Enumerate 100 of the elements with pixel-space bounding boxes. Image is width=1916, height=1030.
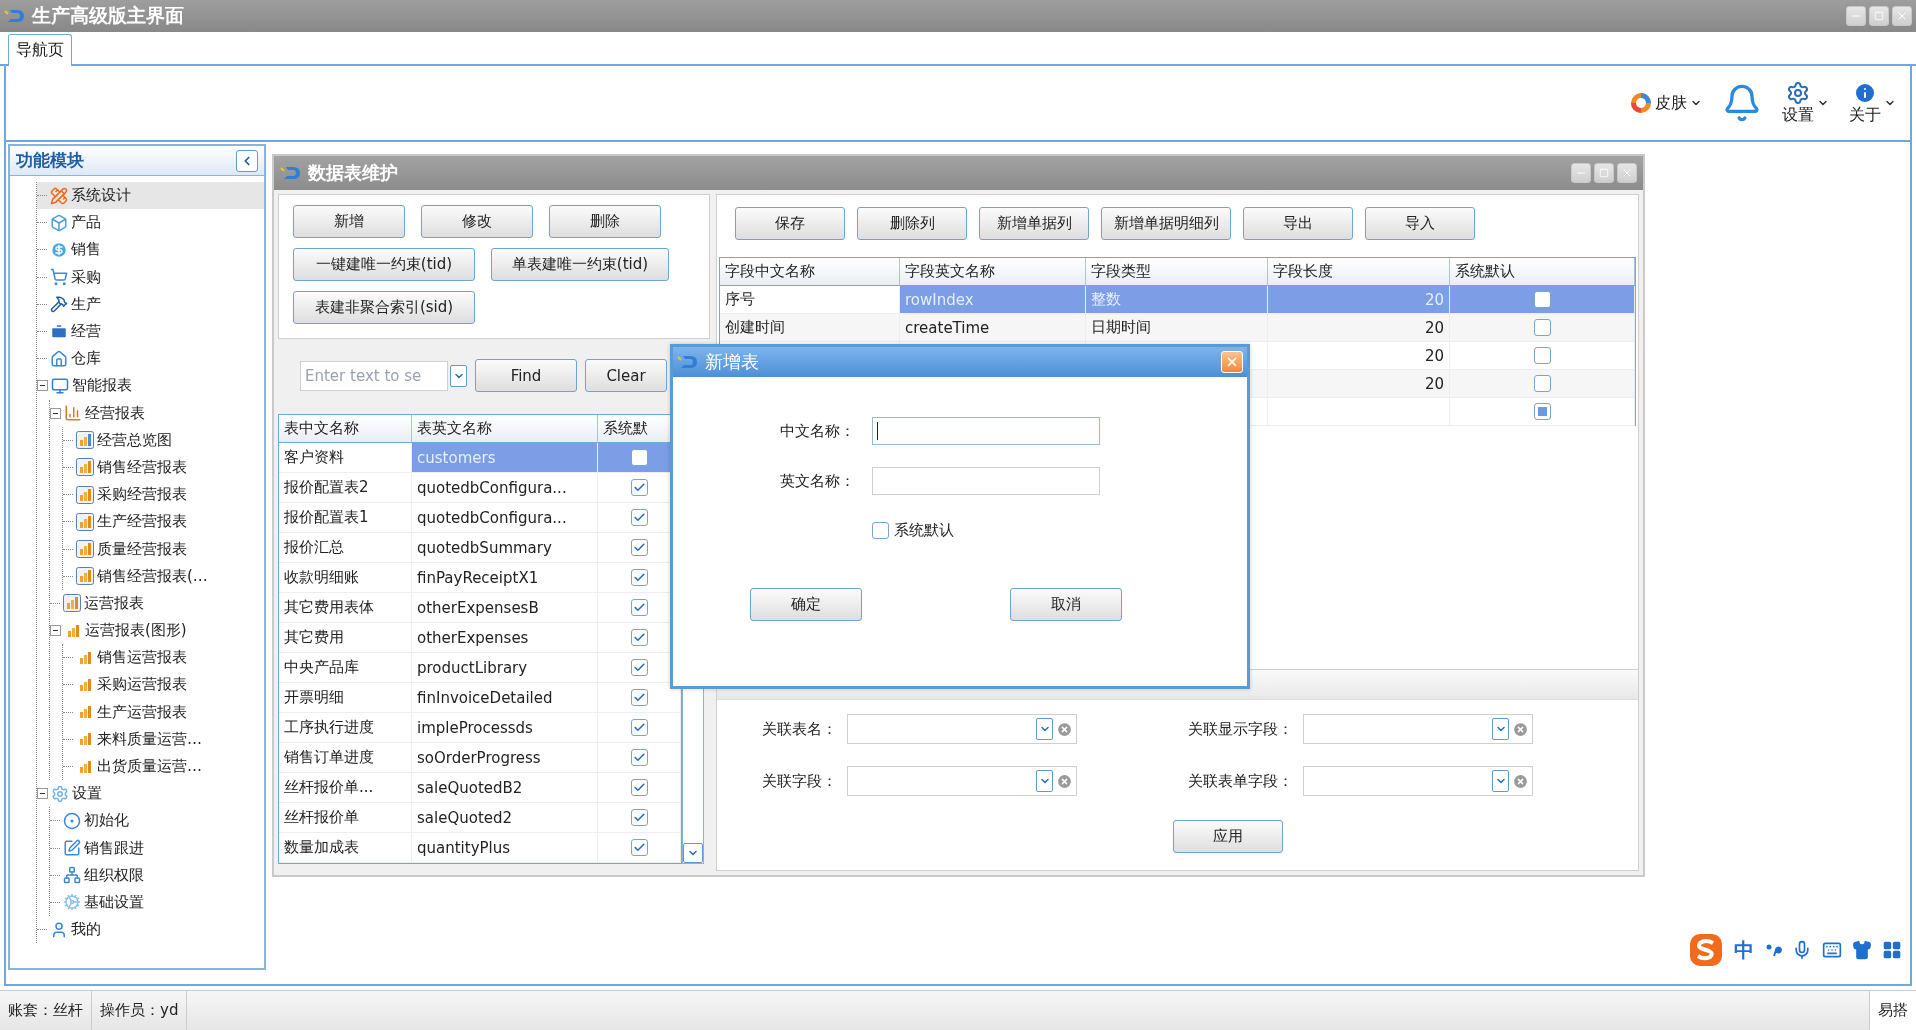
dropdown-button[interactable] <box>450 364 467 387</box>
toolbar-button[interactable]: 新增单据明细列 <box>1101 207 1231 240</box>
tree-item[interactable]: 销售经营报表 <box>63 453 264 482</box>
tree-item[interactable]: 经营总览图 <box>63 426 264 454</box>
settings-menu[interactable]: 设置 <box>1782 80 1829 126</box>
tree-item[interactable]: 生产运营报表 <box>63 698 264 726</box>
collapse-toggle[interactable] <box>50 625 61 637</box>
combo-field[interactable] <box>847 766 1077 796</box>
tab[interactable]: 导航页 <box>8 34 72 66</box>
tree-item[interactable]: 运营报表(图形) <box>50 617 264 645</box>
tree-item[interactable]: 经营 <box>37 317 264 346</box>
dropdown-button[interactable] <box>1036 770 1053 792</box>
checkbox[interactable] <box>872 522 889 539</box>
checkbox[interactable] <box>630 539 648 556</box>
s-logo-icon[interactable] <box>1688 932 1724 968</box>
checkbox[interactable] <box>1533 403 1551 420</box>
tree-item[interactable]: 基础设置 <box>50 888 264 917</box>
clear-icon[interactable] <box>1512 772 1529 790</box>
checkbox[interactable] <box>630 749 648 766</box>
tree-item[interactable]: 设置 <box>37 780 264 808</box>
tree-item[interactable]: 销售经营报表(… <box>63 562 264 590</box>
checkbox[interactable] <box>1533 347 1551 364</box>
scroll-down-button[interactable] <box>683 843 703 863</box>
checkbox[interactable] <box>630 719 648 736</box>
toolbar-button[interactable]: 修改 <box>421 205 533 238</box>
tree-item[interactable]: 来料质量运营… <box>63 725 264 753</box>
tree-item[interactable]: 质量经营报表 <box>63 535 264 563</box>
tree-item[interactable]: 采购经营报表 <box>63 481 264 509</box>
tree-item[interactable]: 销售 <box>37 236 264 264</box>
collapse-toggle[interactable] <box>37 788 48 800</box>
checkbox[interactable] <box>1533 291 1551 308</box>
skin-menu[interactable]: 皮肤 <box>1630 92 1702 114</box>
ok-button[interactable]: 确定 <box>750 588 862 621</box>
dropdown-button[interactable] <box>1492 770 1509 792</box>
tree-item[interactable]: 初始化 <box>50 807 264 835</box>
search-field[interactable]: Enter text to se <box>300 360 448 391</box>
tree-item[interactable]: 经营报表 <box>50 399 264 427</box>
tree-item[interactable]: 出货质量运营… <box>63 752 264 781</box>
tree-item[interactable]: 生产 <box>37 290 264 318</box>
toolbar-button[interactable]: 导入 <box>1365 207 1475 240</box>
toolbar-button[interactable]: 新增 <box>293 205 405 238</box>
clear-icon[interactable] <box>1056 720 1073 738</box>
clear-button[interactable]: Clear <box>585 359 667 392</box>
close-button[interactable] <box>1892 6 1912 26</box>
tree-item[interactable]: 采购运营报表 <box>63 671 264 699</box>
tree-item[interactable]: 组织权限 <box>50 861 264 889</box>
tree-item[interactable]: 销售运营报表 <box>63 644 264 672</box>
toolbar-button[interactable]: 保存 <box>735 207 845 240</box>
checkbox[interactable] <box>630 629 648 646</box>
input-field[interactable] <box>872 417 1100 445</box>
tree-item[interactable]: 生产经营报表 <box>63 508 264 536</box>
cancel-button[interactable]: 取消 <box>1010 588 1122 621</box>
toolbar-button[interactable]: 删除 <box>549 205 661 238</box>
find-button[interactable]: Find <box>475 359 577 392</box>
about-menu[interactable]: 关于 <box>1849 80 1896 126</box>
shirt-icon[interactable] <box>1852 940 1872 960</box>
combo-field[interactable] <box>1303 714 1533 744</box>
collapse-button[interactable] <box>236 149 258 172</box>
toolbar-button[interactable]: 一键建唯一约束(tid) <box>293 248 475 281</box>
checkbox[interactable] <box>630 479 648 496</box>
toolbar-button[interactable]: 表建非聚合索引(sid) <box>293 291 475 324</box>
tree-item[interactable]: 产品 <box>37 209 264 237</box>
combo-field[interactable] <box>1303 766 1533 796</box>
tree-item[interactable]: 销售跟进 <box>50 834 264 862</box>
toolbar-button[interactable]: 新增单据列 <box>979 207 1089 240</box>
tree-item[interactable]: 智能报表 <box>37 372 264 400</box>
checkbox[interactable] <box>630 599 648 616</box>
microphone-icon[interactable] <box>1792 940 1812 960</box>
toolbar-button[interactable]: 单表建唯一约束(tid) <box>491 248 669 281</box>
checkbox[interactable] <box>630 689 648 706</box>
input-mode[interactable]: 中 <box>1734 936 1754 964</box>
checkbox[interactable] <box>630 509 648 526</box>
grid-icon[interactable] <box>1882 940 1902 960</box>
dropdown-button[interactable] <box>1036 718 1053 740</box>
collapse-toggle[interactable] <box>50 407 61 419</box>
toolbar-button[interactable]: 导出 <box>1243 207 1353 240</box>
checkbox[interactable] <box>630 569 648 586</box>
checkbox[interactable] <box>630 779 648 796</box>
apply-button[interactable]: 应用 <box>1172 820 1283 853</box>
clear-icon[interactable] <box>1056 772 1073 790</box>
tree-item[interactable]: 系统设计 <box>37 182 264 210</box>
collapse-toggle[interactable] <box>37 380 48 392</box>
clear-icon[interactable] <box>1512 720 1529 738</box>
tree-item[interactable]: 仓库 <box>37 345 264 373</box>
toolbar-button[interactable]: 删除列 <box>857 207 967 240</box>
checkbox[interactable] <box>630 449 648 466</box>
bell-icon[interactable] <box>1722 83 1762 123</box>
keyboard-icon[interactable] <box>1822 940 1842 960</box>
combo-field[interactable] <box>847 714 1077 744</box>
input-field[interactable] <box>872 467 1100 495</box>
checkbox[interactable] <box>630 659 648 676</box>
checkbox[interactable] <box>630 809 648 826</box>
tree-item[interactable]: 我的 <box>37 916 264 944</box>
checkbox[interactable] <box>630 839 648 856</box>
window-title: 数据表维护 <box>308 161 398 185</box>
dropdown-button[interactable] <box>1492 718 1509 740</box>
checkbox[interactable] <box>1533 319 1551 336</box>
tree-item[interactable]: 运营报表 <box>50 589 264 617</box>
tree-item[interactable]: 采购 <box>37 263 264 291</box>
checkbox[interactable] <box>1533 375 1551 392</box>
